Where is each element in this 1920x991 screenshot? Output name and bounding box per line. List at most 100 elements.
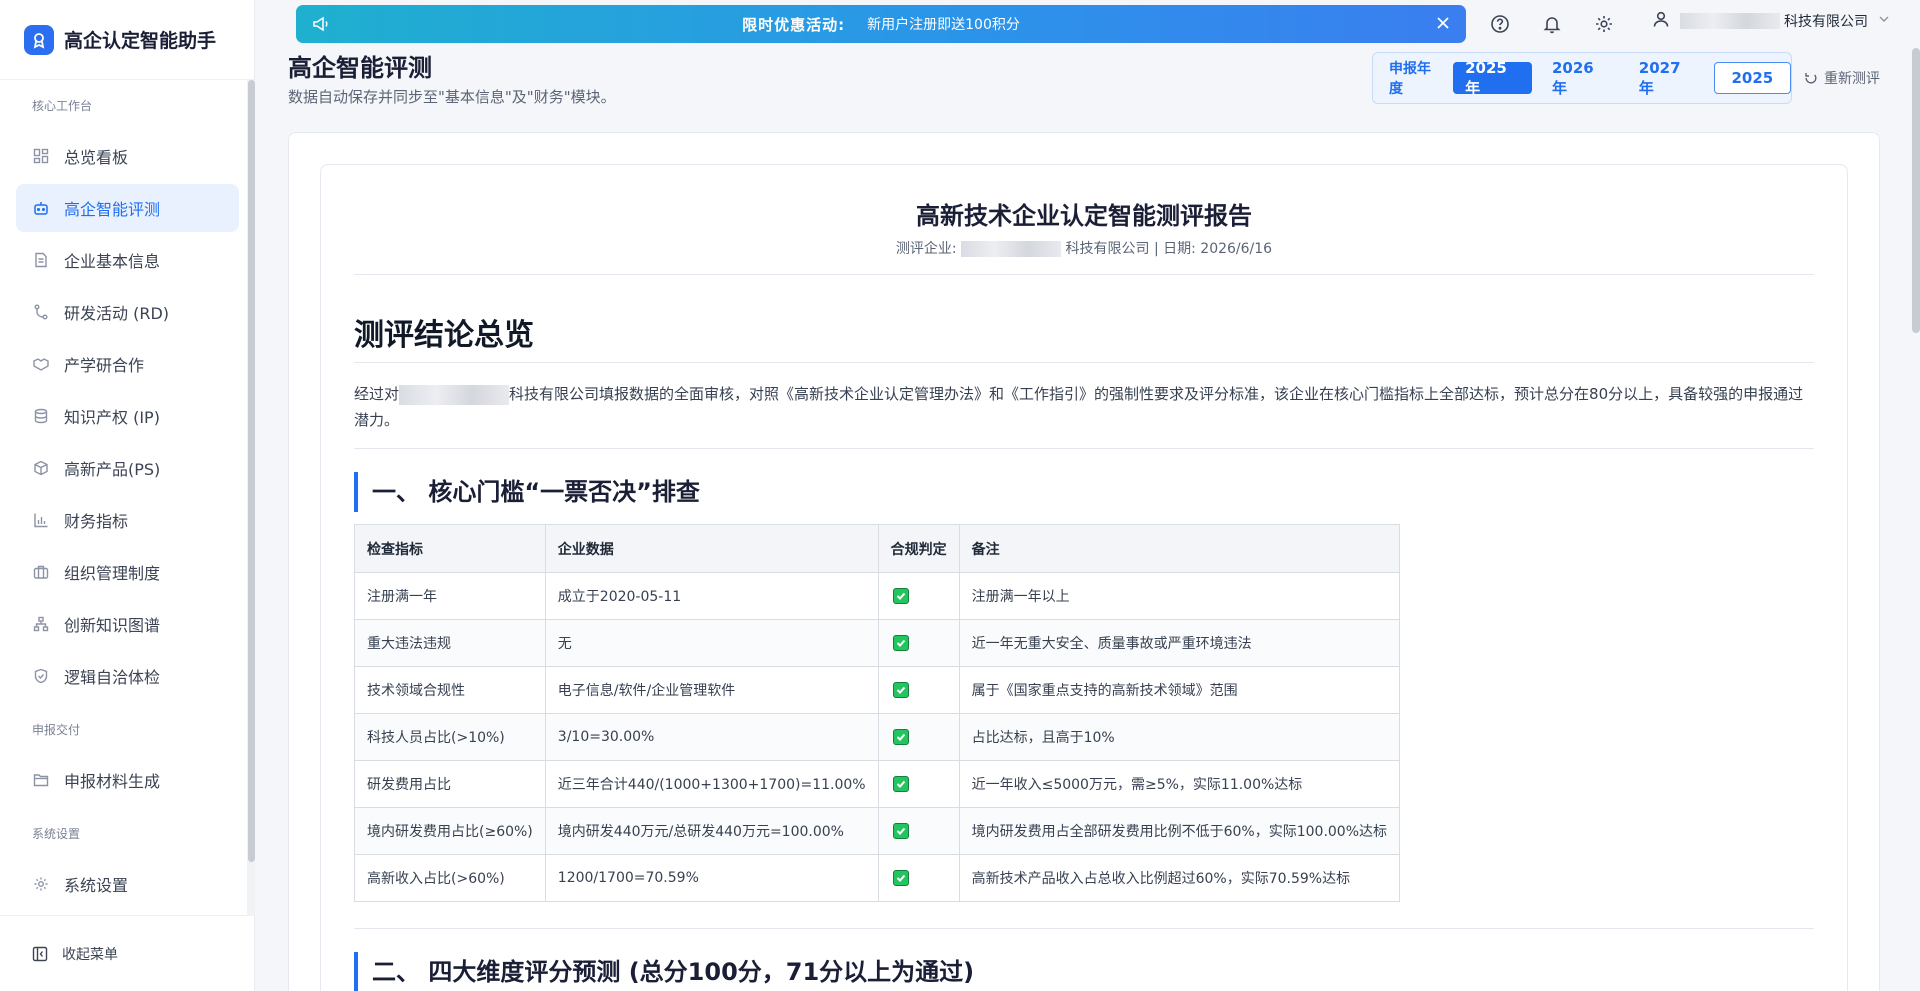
table-row: 研发费用占比 近三年合计440/(1000+1300+1700)=11.00% …: [354, 760, 1401, 808]
page-scrollbar-thumb[interactable]: [1912, 48, 1920, 333]
page-title: 高企智能评测: [288, 54, 432, 82]
collapse-menu-button[interactable]: 收起菜单: [0, 915, 255, 991]
sidebar-item-label: 创新知识图谱: [64, 616, 161, 635]
user-menu[interactable]: 科技有限公司: [1652, 10, 1890, 32]
database-icon: [32, 407, 50, 425]
section-1-heading: 一、 核心门槛“一票否决”排查: [354, 472, 700, 512]
table-header-row: 检查指标 企业数据 合规判定 备注: [354, 524, 1401, 573]
year-option-2026[interactable]: 2026年: [1540, 59, 1619, 97]
network-icon: [32, 615, 50, 633]
threshold-table: 检查指标 企业数据 合规判定 备注 注册满一年 成立于2020-05-11 注册…: [354, 524, 1401, 902]
sidebar-item-label: 申报材料生成: [64, 772, 161, 791]
data-cell: 成立于2020-05-11: [544, 572, 879, 620]
divider: [354, 928, 1814, 929]
overview-company-redacted: [399, 384, 510, 405]
close-icon[interactable]: [1434, 14, 1452, 36]
sidebar-item-products[interactable]: 高新产品(PS): [16, 444, 239, 492]
handshake-icon: [32, 355, 50, 373]
nav-group-core: 核心工作台: [32, 99, 93, 113]
sidebar-item-rd[interactable]: 研发活动 (RD): [16, 288, 239, 336]
sidebar-item-label: 高新产品(PS): [64, 460, 161, 479]
sidebar-item-label: 研发活动 (RD): [64, 304, 170, 323]
indicator-cell: 科技人员占比(>10%): [354, 713, 546, 761]
table-row: 科技人员占比(>10%) 3/10=30.00% 占比达标，且高于10%: [354, 713, 1401, 761]
check-icon: [892, 823, 909, 839]
report-company-redacted: [961, 241, 1062, 257]
table-row: 重大违法违规 无 近一年无重大安全、质量事故或严重环境违法: [354, 619, 1401, 667]
overview-paragraph: 经过对 科技有限公司填报数据的全面审核，对照《高新技术企业认定管理办法》和《工作指…: [354, 381, 1814, 433]
dashboard-icon: [32, 147, 50, 165]
sidebar-item-materials[interactable]: 申报材料生成: [16, 756, 239, 804]
data-cell: 电子信息/软件/企业管理软件: [544, 666, 879, 714]
note-cell: 占比达标，且高于10%: [958, 713, 1401, 761]
sidebar-item-cooperation[interactable]: 产学研合作: [16, 340, 239, 388]
note-cell: 近一年收入≤5000万元，需≥5%，实际11.00%达标: [958, 760, 1401, 808]
check-icon: [892, 729, 909, 745]
collapse-menu-label: 收起菜单: [62, 946, 118, 963]
sidebar-item-label: 财务指标: [64, 512, 129, 531]
section-overview-heading: 测评结论总览: [354, 318, 534, 353]
bar-chart-icon: [32, 511, 50, 529]
briefcase-icon: [32, 563, 50, 581]
sidebar-scrollbar-thumb[interactable]: [248, 80, 255, 862]
indicator-cell: 境内研发费用占比(≥60%): [354, 807, 546, 855]
shield-check-icon: [32, 667, 50, 685]
indicator-cell: 注册满一年: [354, 572, 546, 620]
indicator-cell: 重大违法违规: [354, 619, 546, 667]
note-cell: 属于《国家重点支持的高新技术领域》范围: [958, 666, 1401, 714]
app-logo-icon: [24, 24, 54, 55]
compliance-cell: [877, 854, 960, 902]
table-row: 境内研发费用占比(≥60%) 境内研发440万元/总研发440万元=100.00…: [354, 807, 1401, 855]
sidebar-item-label: 企业基本信息: [64, 252, 161, 271]
overview-paragraph-prefix: 经过对: [354, 385, 400, 403]
help-icon[interactable]: [1488, 12, 1512, 36]
check-icon: [892, 635, 909, 651]
sidebar-item-ip[interactable]: 知识产权 (IP): [16, 392, 239, 440]
sidebar-item-dashboard[interactable]: 总览看板: [16, 132, 239, 180]
document-icon: [32, 251, 50, 269]
check-icon: [892, 682, 909, 698]
user-icon: [1652, 10, 1670, 32]
sidebar-item-label: 总览看板: [64, 148, 129, 167]
indicator-cell: 高新收入占比(>60%): [354, 854, 546, 902]
sidebar-item-knowledge-graph[interactable]: 创新知识图谱: [16, 600, 239, 648]
user-company-redacted: [1680, 13, 1780, 29]
year-input[interactable]: 2025: [1713, 62, 1792, 94]
check-icon: [892, 588, 909, 604]
year-option-2027[interactable]: 2027年: [1627, 59, 1706, 97]
check-icon: [892, 870, 909, 886]
sidebar-item-settings[interactable]: 系统设置: [16, 860, 239, 908]
table-row: 高新收入占比(>60%) 1200/1700=70.59% 高新技术产品收入占总…: [354, 854, 1401, 902]
retest-button[interactable]: 重新测评: [1804, 68, 1880, 88]
brand: 高企认定智能助手: [0, 0, 254, 80]
compliance-cell: [877, 760, 960, 808]
settings-gear-icon[interactable]: [1592, 12, 1616, 36]
table-header: 企业数据: [544, 524, 879, 573]
nav-group-delivery: 申报交付: [32, 723, 81, 737]
data-cell: 近三年合计440/(1000+1300+1700)=11.00%: [544, 760, 879, 808]
sidebar-item-organization[interactable]: 组织管理制度: [16, 548, 239, 596]
compliance-cell: [877, 572, 960, 620]
note-cell: 境内研发费用占全部研发费用比例不低于60%，实际100.00%达标: [958, 807, 1401, 855]
sidebar-item-evaluation[interactable]: 高企智能评测: [16, 184, 239, 232]
sidebar-item-consistency-check[interactable]: 逻辑自洽体检: [16, 652, 239, 700]
folder-icon: [32, 771, 50, 789]
promo-title: 限时优惠活动:: [742, 15, 846, 34]
overview-paragraph-text: 科技有限公司填报数据的全面审核，对照《高新技术企业认定管理办法》和《工作指引》的…: [354, 385, 1804, 429]
divider: [354, 362, 1814, 363]
bell-icon[interactable]: [1540, 12, 1564, 36]
sidebar-item-basic-info[interactable]: 企业基本信息: [16, 236, 239, 284]
table-row: 注册满一年 成立于2020-05-11 注册满一年以上: [354, 572, 1401, 620]
data-cell: 无: [544, 619, 879, 667]
nav-group-settings: 系统设置: [32, 827, 81, 841]
table-header: 备注: [958, 524, 1401, 573]
compliance-cell: [877, 619, 960, 667]
compliance-cell: [877, 713, 960, 761]
indicator-cell: 研发费用占比: [354, 760, 546, 808]
promo-text: 新用户注册即送100积分: [867, 17, 1020, 33]
sidebar-item-finance[interactable]: 财务指标: [16, 496, 239, 544]
check-icon: [892, 776, 909, 792]
indicator-cell: 技术领域合规性: [354, 666, 546, 714]
report-meta-suffix: 科技有限公司 | 日期: 2026/6/16: [1065, 241, 1273, 257]
year-option-2025[interactable]: 2025年: [1453, 59, 1532, 97]
